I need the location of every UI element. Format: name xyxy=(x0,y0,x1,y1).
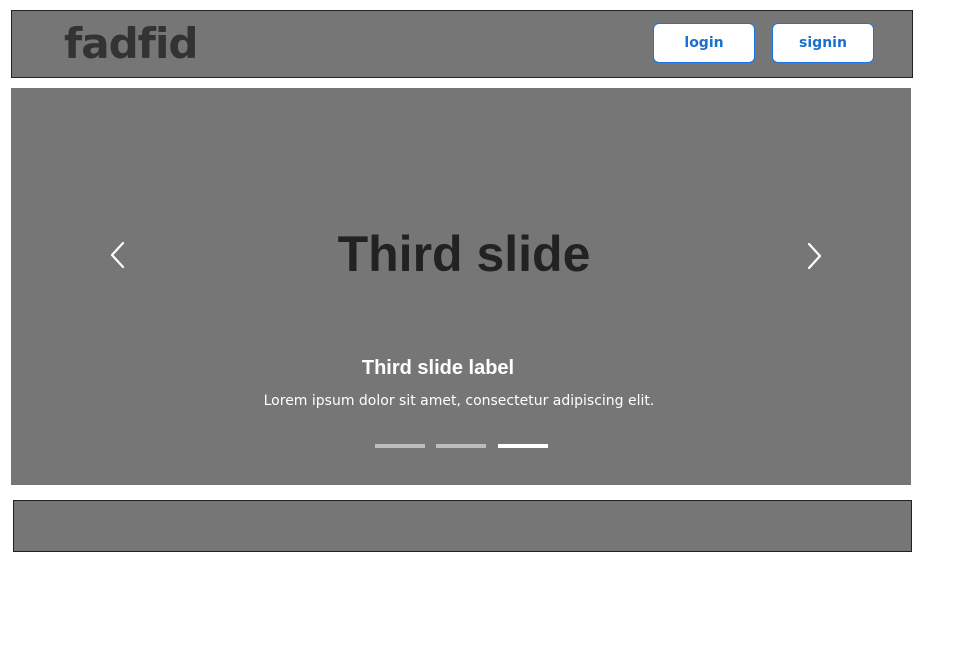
signin-button[interactable]: signin xyxy=(772,23,874,63)
carousel-indicator-2[interactable] xyxy=(436,444,486,448)
slide-caption-label: Third slide label xyxy=(361,357,515,379)
carousel-indicator-1[interactable] xyxy=(375,444,425,448)
slide-title: Third slide xyxy=(337,226,591,282)
login-button[interactable]: login xyxy=(653,23,755,63)
site-footer xyxy=(13,500,912,552)
carousel-indicator-3[interactable] xyxy=(498,444,548,448)
site-logo[interactable]: fadfid xyxy=(64,19,198,69)
site-header: fadfid login signin xyxy=(11,10,913,78)
chevron-right-icon xyxy=(807,242,822,270)
image-carousel: Third slide Third slide label Lorem ipsu… xyxy=(11,88,911,485)
slide-caption-text: Lorem ipsum dolor sit amet, consectetur … xyxy=(263,393,655,409)
carousel-next-button[interactable] xyxy=(799,240,829,270)
